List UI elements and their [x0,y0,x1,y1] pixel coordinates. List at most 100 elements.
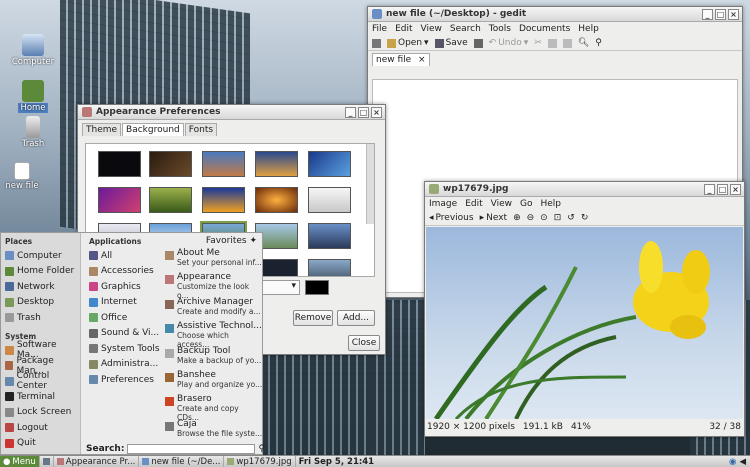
wallpaper-thumbnail[interactable] [255,151,298,177]
favorites-toggle[interactable]: Favorites ✦ [163,233,263,248]
maximize-button[interactable]: □ [717,183,728,195]
maximize-button[interactable]: □ [358,106,369,118]
minimize-button[interactable]: _ [345,106,356,118]
save-button[interactable]: Save [434,38,468,48]
menu-search[interactable]: Search [450,24,481,34]
menu-view[interactable]: View [421,24,442,34]
system-terminal[interactable]: Terminal [1,389,80,405]
system-lock-screen[interactable]: Lock Screen [1,405,80,421]
color-picker-button[interactable] [305,280,329,295]
wallpaper-thumbnail[interactable] [149,151,192,177]
cut-icon[interactable]: ✂ [534,38,542,48]
favorite-archive-manager[interactable]: Archive Manager Create and modify a... [163,297,263,321]
desktop-icon-new-file[interactable]: new file [0,162,52,191]
close-dialog-button[interactable]: Close [348,335,380,351]
wallpaper-thumbnail[interactable] [98,151,141,177]
maximize-button[interactable]: □ [715,8,726,20]
open-button[interactable]: Open ▾ [387,38,429,48]
remove-button[interactable]: Remove [293,310,333,326]
menu-edit[interactable]: Edit [465,199,482,209]
zoom-normal-icon[interactable]: ⊙ [540,213,548,223]
category-office[interactable]: Office [85,310,161,326]
taskbar-image-viewer[interactable]: wp17679.jpg [224,456,296,467]
previous-button[interactable]: ◂ Previous [429,213,474,223]
desktop-icon-trash[interactable]: Trash [3,116,63,149]
rotate-right-icon[interactable]: ↻ [581,213,589,223]
close-button[interactable]: × [730,183,741,195]
favorite-banshee[interactable]: Banshee Play and organize yo... [163,370,263,394]
favorite-caja[interactable]: Caja Browse the file syste... [163,419,263,443]
menu-button[interactable]: ● Menu [0,456,40,467]
desktop-icon-computer[interactable]: Computer [3,34,63,67]
zoom-out-icon[interactable]: ⊖ [527,213,535,223]
category-internet[interactable]: Internet [85,295,161,311]
copy-icon[interactable] [547,38,557,48]
wallpaper-thumbnail[interactable] [202,187,245,213]
category-all[interactable]: All [85,248,161,264]
image-canvas[interactable] [426,227,743,419]
print-icon[interactable] [473,38,483,48]
find-icon[interactable]: 🔍︎ [578,38,589,48]
rotate-left-icon[interactable]: ↺ [567,213,575,223]
network-status-icon[interactable]: ◉ [729,457,736,467]
category-sound-video[interactable]: Sound & Vi... [85,326,161,342]
tab-new-file[interactable]: new file × [372,53,430,66]
next-button[interactable]: ▸ Next [480,213,508,223]
wallpaper-thumbnail[interactable] [149,187,192,213]
wallpaper-thumbnail[interactable] [308,259,351,276]
wallpaper-thumbnail[interactable] [202,151,245,177]
category-system-tools[interactable]: System Tools [85,341,161,357]
wallpaper-thumbnail[interactable] [308,223,351,249]
place-home-folder[interactable]: Home Folder [1,264,80,280]
paste-icon[interactable] [562,38,572,48]
zoom-in-icon[interactable]: ⊕ [513,213,521,223]
clock[interactable]: Fri Sep 5, 21:41 [296,456,377,467]
system-control-center[interactable]: Control Center [1,371,80,391]
wallpaper-thumbnail[interactable] [98,187,141,213]
appearance-titlebar[interactable]: Appearance Preferences _ □ × [78,105,385,120]
wallpaper-thumbnail[interactable] [308,187,351,213]
tab-close-icon[interactable]: × [418,55,426,65]
favorite-assistive-technologies[interactable]: Assistive Technol... Choose which access.… [163,321,263,349]
menu-help[interactable]: Help [540,199,561,209]
place-trash[interactable]: Trash [1,310,80,326]
wallpaper-thumbnail[interactable] [308,151,351,177]
menu-image[interactable]: Image [429,199,457,209]
close-button[interactable]: × [728,8,739,20]
zoom-fit-icon[interactable]: ⊡ [554,213,562,223]
place-computer[interactable]: Computer [1,248,80,264]
add-button[interactable]: Add... [337,310,375,326]
system-quit[interactable]: Quit [1,436,80,452]
wallpaper-thumbnail[interactable] [255,187,298,213]
menu-file[interactable]: File [372,24,387,34]
style-dropdown[interactable]: ▾ [258,280,300,295]
place-network[interactable]: Network [1,279,80,295]
viewer-titlebar[interactable]: wp17679.jpg _ □ × [425,182,744,197]
category-accessories[interactable]: Accessories [85,264,161,280]
menu-go[interactable]: Go [520,199,532,209]
tab-theme[interactable]: Theme [82,123,122,136]
menu-edit[interactable]: Edit [395,24,412,34]
volume-icon[interactable]: ◀ [739,457,746,467]
tab-fonts[interactable]: Fonts [184,123,218,136]
favorite-appearance[interactable]: Appearance Customize the look o... [163,272,263,300]
system-logout[interactable]: Logout [1,420,80,436]
gedit-titlebar[interactable]: new file (~/Desktop) - gedit _ □ × [368,7,742,22]
favorite-backup-tool[interactable]: Backup Tool Make a backup of yo... [163,346,263,370]
find-replace-icon[interactable]: ⚲ [595,38,602,48]
search-icon[interactable]: ⚲ [258,444,265,454]
taskbar-appearance[interactable]: Appearance Pr... [54,456,140,467]
taskbar-gedit[interactable]: new file (~/De... [139,456,225,467]
close-button[interactable]: × [371,106,382,118]
wallpaper-scrollbar[interactable] [366,144,374,224]
new-document-icon[interactable] [372,38,381,48]
minimize-button[interactable]: _ [704,183,715,195]
category-administration[interactable]: Administra... [85,357,161,373]
taskbar-show-desktop[interactable] [40,456,54,467]
menu-tools[interactable]: Tools [489,24,511,34]
tab-background[interactable]: Background [122,123,184,136]
favorite-about-me[interactable]: About Me Set your personal inf... [163,248,263,272]
search-input[interactable] [127,444,256,454]
category-graphics[interactable]: Graphics [85,279,161,295]
undo-button[interactable]: ↶ Undo ▾ [489,38,529,48]
